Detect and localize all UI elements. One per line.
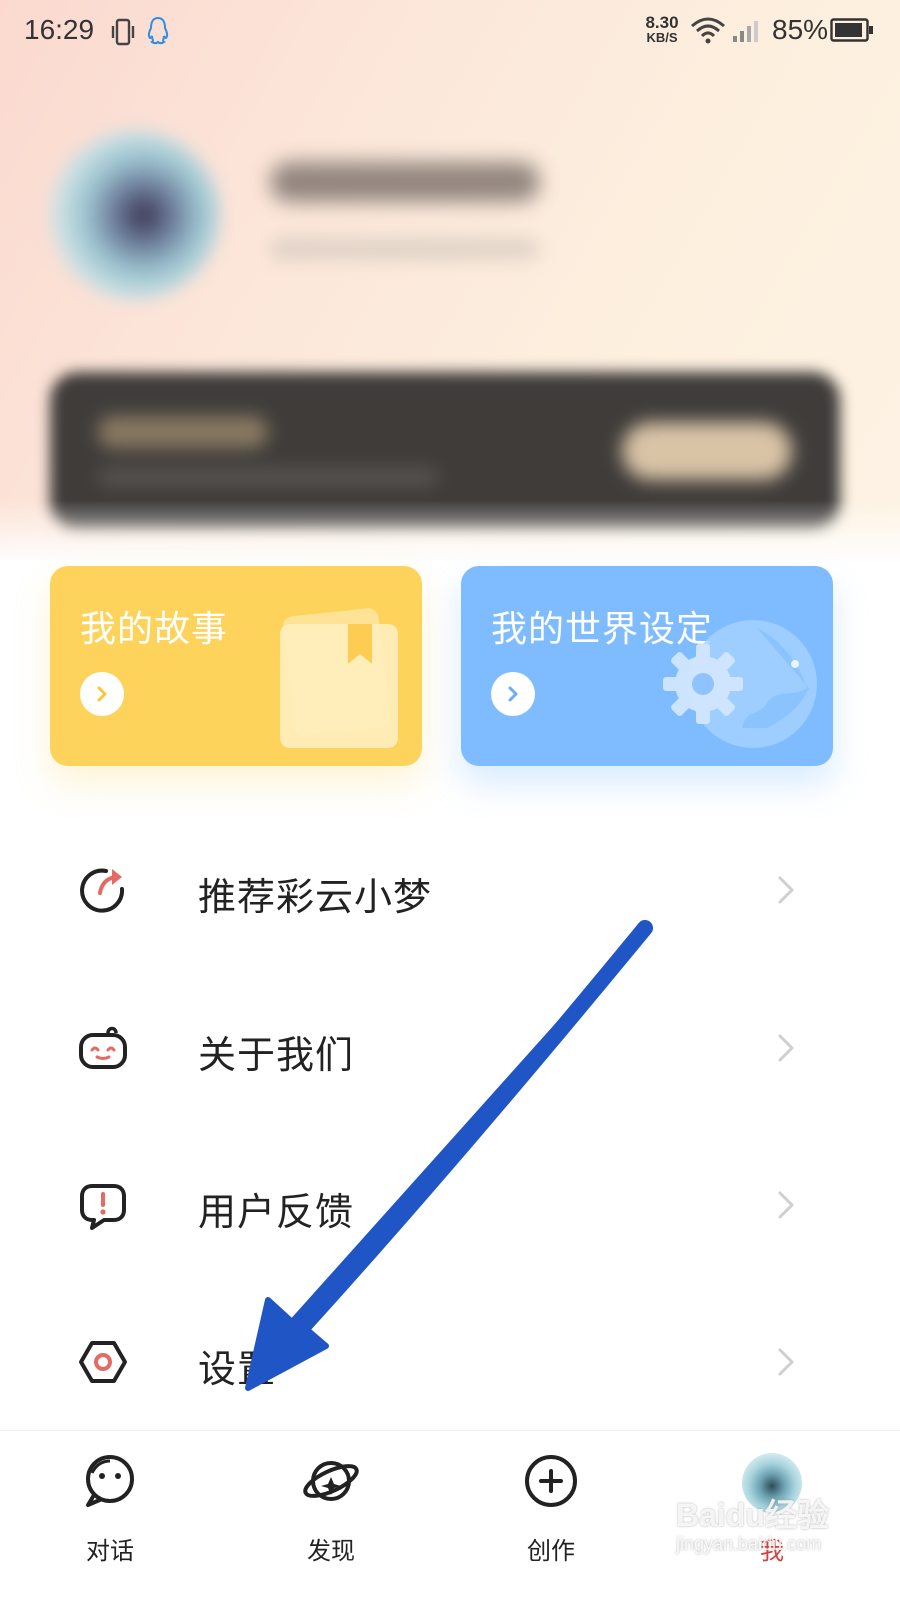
- tab-discover[interactable]: 发现: [271, 1445, 391, 1585]
- tab-create[interactable]: 创作: [491, 1445, 611, 1585]
- book-illustration-icon: [280, 608, 398, 748]
- menu-item-about-us[interactable]: 关于我们: [0, 988, 900, 1108]
- network-speed: 8.30 KB/S: [645, 13, 679, 45]
- my-stories-go-button[interactable]: [80, 672, 124, 716]
- menu-item-recommend[interactable]: 推荐彩云小梦: [0, 830, 900, 950]
- signal-icon: [733, 21, 758, 42]
- profile-name-blurred: [270, 162, 540, 202]
- tab-chat-label: 对话: [86, 1537, 134, 1565]
- discover-planet-icon: [303, 1461, 359, 1501]
- menu-item-label: 设置: [198, 1347, 277, 1391]
- my-world-settings-go-button[interactable]: [491, 672, 535, 716]
- battery-percent: 85%: [772, 14, 829, 45]
- share-refresh-icon: [80, 868, 125, 913]
- avatar: [742, 1453, 802, 1513]
- menu-item-label: 关于我们: [198, 1033, 355, 1077]
- menu-item-label: 用户反馈: [198, 1190, 355, 1234]
- battery-icon: [830, 18, 873, 42]
- chevron-right-icon: [778, 1191, 794, 1219]
- wifi-icon: [691, 17, 725, 44]
- tab-create-label: 创作: [527, 1537, 575, 1565]
- profile-header: [0, 0, 900, 560]
- bottom-tab-bar: 对话 发现 创作 我: [0, 1430, 900, 1601]
- profile-avatar-blurred[interactable]: [50, 130, 220, 300]
- chevron-right-icon: [508, 686, 518, 702]
- chevron-right-icon: [778, 876, 794, 904]
- settings-hexagon-icon: [79, 1341, 127, 1383]
- status-bar: 16:29 8.30 KB/S 85%: [0, 0, 900, 64]
- tab-discover-label: 发现: [307, 1537, 355, 1565]
- chevron-right-icon: [778, 1034, 794, 1062]
- create-plus-icon: [525, 1455, 577, 1507]
- feedback-bubble-icon: [80, 1184, 126, 1230]
- chevron-right-icon: [778, 1348, 794, 1376]
- tab-me[interactable]: 我: [712, 1445, 832, 1585]
- chevron-right-icon: [97, 686, 107, 702]
- status-time: 16:29: [24, 14, 95, 45]
- menu-item-label: 推荐彩云小梦: [198, 875, 433, 919]
- vibrate-icon: [111, 18, 135, 46]
- tab-chat[interactable]: 对话: [50, 1445, 170, 1585]
- menu-item-settings[interactable]: 设置: [0, 1302, 900, 1422]
- chat-face-icon: [86, 1455, 134, 1507]
- mascot-face-icon: [79, 1026, 127, 1069]
- my-stories-title: 我的故事: [80, 609, 229, 650]
- my-world-settings-card[interactable]: 我的世界设定: [461, 566, 833, 766]
- globe-gear-illustration-icon: [663, 620, 817, 748]
- menu-item-feedback[interactable]: 用户反馈: [0, 1145, 900, 1265]
- qq-icon: [147, 16, 169, 45]
- tab-me-label: 我: [760, 1537, 784, 1565]
- profile-subtitle-blurred: [270, 238, 540, 260]
- my-stories-card[interactable]: 我的故事: [50, 566, 422, 766]
